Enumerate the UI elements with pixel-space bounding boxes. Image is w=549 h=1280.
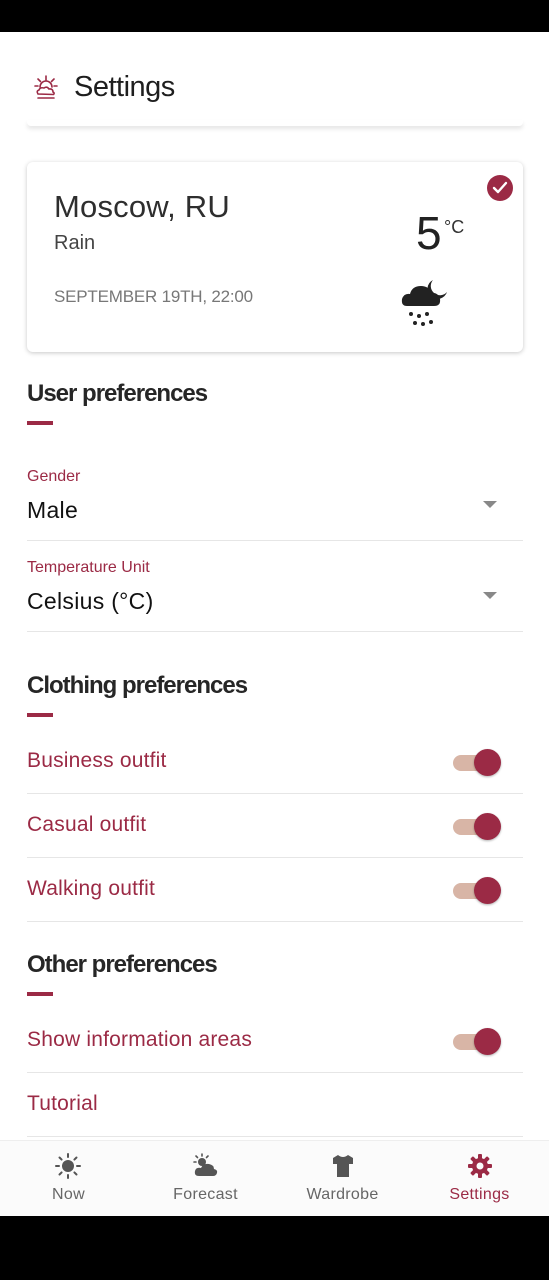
section-title-other-preferences: Other preferences <box>27 951 218 978</box>
nav-label: Now <box>52 1186 85 1203</box>
divider <box>27 1136 523 1137</box>
casual-outfit-label: Casual outfit <box>27 813 147 836</box>
temperature-value: 5 <box>416 207 442 259</box>
walking-outfit-label: Walking outfit <box>27 877 156 900</box>
bottom-navigation: Now Forecast Wardrobe Settings <box>0 1140 549 1216</box>
section-underline <box>27 421 53 425</box>
app-bar: Settings <box>0 32 549 124</box>
show-info-areas-toggle[interactable] <box>453 1026 503 1056</box>
divider <box>27 857 523 858</box>
temperature-unit-label: Temperature Unit <box>27 559 150 576</box>
location-city: Moscow, RU <box>54 189 230 224</box>
section-underline <box>27 992 53 996</box>
sun-icon <box>55 1153 81 1179</box>
settings-screen: Settings Moscow, RU Rain SEPTEMBER 19TH,… <box>0 32 549 1216</box>
selected-check-icon <box>487 175 513 201</box>
dropdown-arrow-icon <box>483 501 497 508</box>
gender-label: Gender <box>27 468 81 485</box>
nav-label: Forecast <box>173 1186 238 1203</box>
dropdown-arrow-icon <box>483 592 497 599</box>
divider <box>27 793 523 794</box>
gear-icon <box>468 1154 492 1178</box>
cloud-sun-icon <box>193 1153 218 1176</box>
divider <box>27 631 523 632</box>
show-info-areas-label: Show information areas <box>27 1028 253 1051</box>
casual-outfit-toggle[interactable] <box>453 811 503 841</box>
temperature-unit-value: Celsius (°C) <box>27 588 154 614</box>
section-underline <box>27 713 53 717</box>
divider <box>27 1072 523 1073</box>
nav-label: Wardrobe <box>306 1186 379 1203</box>
walking-outfit-toggle[interactable] <box>453 875 503 905</box>
nav-item-forecast[interactable]: Forecast <box>137 1141 274 1216</box>
weather-date: SEPTEMBER 19TH, 22:00 <box>54 287 253 306</box>
toggle-thumb <box>474 813 501 840</box>
temperature-unit: °C <box>444 217 465 237</box>
toggle-thumb <box>474 877 501 904</box>
section-title-user-preferences: User preferences <box>27 380 208 407</box>
divider <box>27 540 523 541</box>
tutorial-link[interactable]: Tutorial <box>27 1092 98 1116</box>
nav-item-settings[interactable]: Settings <box>411 1141 548 1216</box>
toggle-thumb <box>474 749 501 776</box>
night-rain-icon <box>401 280 447 326</box>
weather-condition: Rain <box>54 232 96 254</box>
nav-item-wardrobe[interactable]: Wardrobe <box>274 1141 411 1216</box>
section-title-clothing-preferences: Clothing preferences <box>27 672 248 699</box>
nav-item-now[interactable]: Now <box>0 1141 137 1216</box>
business-outfit-label: Business outfit <box>27 749 167 772</box>
nav-label: Settings <box>449 1186 510 1203</box>
app-bar-shadow <box>27 120 523 126</box>
weather-location-card[interactable]: Moscow, RU Rain SEPTEMBER 19TH, 22:00 5 … <box>27 162 523 352</box>
gender-value: Male <box>27 497 79 523</box>
tshirt-icon <box>333 1155 353 1177</box>
page-title: Settings <box>74 71 175 103</box>
business-outfit-toggle[interactable] <box>453 747 503 777</box>
toggle-thumb <box>474 1028 501 1055</box>
sun-cloud-icon <box>34 75 58 99</box>
divider <box>27 921 523 922</box>
